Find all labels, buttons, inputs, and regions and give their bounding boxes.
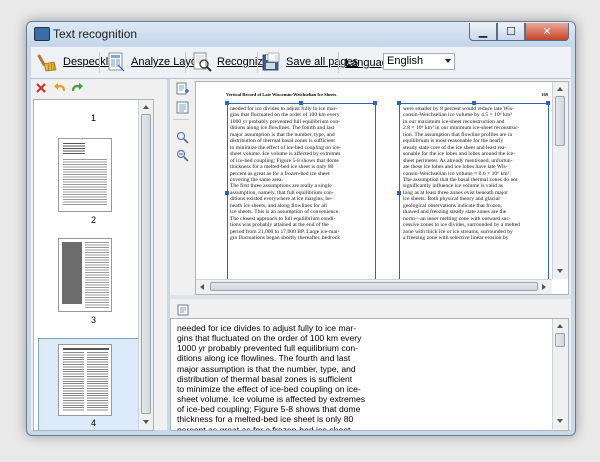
close-button[interactable]: ✕ [525,23,569,41]
text-line: of ice-bed coupling; Figure 5-8 shows th… [177,404,361,415]
scroll-left-icon[interactable] [200,284,204,290]
save-all-pages-button[interactable]: Save all pages [260,50,358,74]
view-toolbar [170,79,192,294]
block-handle[interactable] [225,101,229,105]
scroll-right-icon[interactable] [542,284,546,290]
thumbnail-page-4[interactable] [58,344,112,416]
main-toolbar: Despeckle Analyze Layout Recognize Save … [31,47,571,79]
block-handle[interactable] [225,191,229,195]
block-handle[interactable] [397,101,401,105]
delete-icon[interactable] [35,82,47,94]
main-window: Text recognition ▁ ☐ ✕ Despeckle Analyze… [26,21,576,436]
pane-splitter[interactable] [170,295,571,299]
maximize-icon: ☐ [506,26,516,38]
app-icon [34,27,50,41]
scroll-thumb[interactable] [555,96,565,146]
zoom-out-icon[interactable] [176,149,189,162]
page-header-title: Vertical Record of Late Wisconsin-Weichs… [226,92,337,97]
zoom-in-icon[interactable] [176,131,189,144]
despeckle-button[interactable]: Despeckle [37,50,114,74]
thumbnail-toolbar [31,79,167,97]
text-pane-icon[interactable] [174,303,194,317]
window-controls: ▁ ☐ ✕ [469,23,569,41]
block-handle[interactable] [472,101,476,105]
thumb-text [85,242,109,308]
scroll-up-icon[interactable] [143,105,149,109]
scroll-thumb[interactable] [141,114,151,414]
text-block-icon[interactable] [176,101,189,114]
page-number: 169 [541,92,548,97]
title-bar[interactable]: Text recognition ▁ ☐ ✕ [27,22,575,46]
minimize-button[interactable]: ▁ [469,23,497,41]
block-handle[interactable] [397,191,401,195]
layout-icon [108,52,125,72]
thumb-text [87,352,108,412]
thumbnail-label: 3 [90,315,96,325]
document-vscrollbar[interactable] [552,82,568,279]
layout-block-left[interactable] [227,103,376,283]
thumbnail-label: 4 [90,418,96,428]
scroll-up-icon[interactable] [557,324,563,328]
thumbnail-page-2[interactable] [58,138,112,212]
thumb-heading [63,143,85,155]
text-line: percent as great as for a frozen-bed ice… [177,424,351,431]
scroll-down-icon[interactable] [143,420,149,424]
document-hscrollbar[interactable] [196,279,552,294]
thumb-heading [63,348,109,350]
scroll-down-icon[interactable] [557,269,563,273]
close-icon: ✕ [542,26,552,38]
rotate-left-icon[interactable] [53,82,66,94]
language-select[interactable]: English [383,53,455,70]
page-header: Vertical Record of Late Wisconsin-Weichs… [226,92,556,97]
thumbnail-label: 1 [90,113,96,123]
text-line: 1000 yr probably prevented full equilibr… [177,343,359,354]
toolbar-separator [185,52,186,73]
text-line: thickness for a melted-bed ice sheet is … [177,414,354,425]
recognized-text[interactable]: needed for ice divides to adjust fully t… [177,323,366,431]
scroll-thumb[interactable] [555,333,565,347]
thumb-text [63,159,107,205]
layout-block-right[interactable] [399,103,549,283]
text-line: major assumption is that the number, typ… [177,363,356,374]
window-title: Text recognition [53,27,138,41]
scroll-up-icon[interactable] [557,87,563,91]
minimize-icon: ▁ [478,26,488,38]
text-vscrollbar[interactable] [552,319,568,429]
toolbar-separator [338,52,339,73]
text-line: ditions along ice flowlines. The fourth … [177,353,351,364]
thumb-text [63,352,84,412]
document-view[interactable]: Vertical Record of Late Wisconsin-Weichs… [195,81,569,295]
scroll-down-icon[interactable] [557,419,563,423]
thumbnail-page-3[interactable] [58,238,112,312]
rotate-right-icon[interactable] [71,82,84,94]
block-handle[interactable] [373,101,377,105]
recognized-text-view[interactable]: needed for ice divides to adjust fully t… [170,318,569,431]
workspace: Vertical Record of Late Wisconsin-Weichs… [170,79,571,431]
block-handle[interactable] [546,101,550,105]
thumbnail-list[interactable]: 1 2 3 4 [33,99,154,431]
block-handle[interactable] [299,101,303,105]
text-line: distribution of thermal basal zones is s… [177,373,353,384]
add-block-icon[interactable] [176,82,189,95]
thumbnail-label: 2 [90,215,96,225]
toolbar-separator [257,52,258,73]
view-toolbar-separator [173,119,189,120]
scroll-thumb[interactable] [210,282,538,291]
text-line: to minimize the effect of ice-bed coupli… [177,383,361,394]
magnifier-document-icon [193,52,212,72]
maximize-button[interactable]: ☐ [497,23,525,41]
language-value: English [387,55,424,67]
thumb-image [62,242,82,304]
text-line: needed for ice divides to adjust fully t… [177,323,357,333]
text-line: sheet volume. Ice volume is affected by … [177,394,366,405]
broom-icon [37,54,57,72]
thumbnail-panel: 1 2 3 4 [31,79,167,431]
toolbar-separator [99,52,100,73]
chevron-down-icon [445,59,451,63]
thumbnail-scrollbar[interactable] [138,100,153,430]
document-page: Vertical Record of Late Wisconsin-Weichs… [225,92,556,283]
text-line: gins that fluctuated on the order of 100… [177,333,362,344]
save-disk-icon [262,52,280,71]
